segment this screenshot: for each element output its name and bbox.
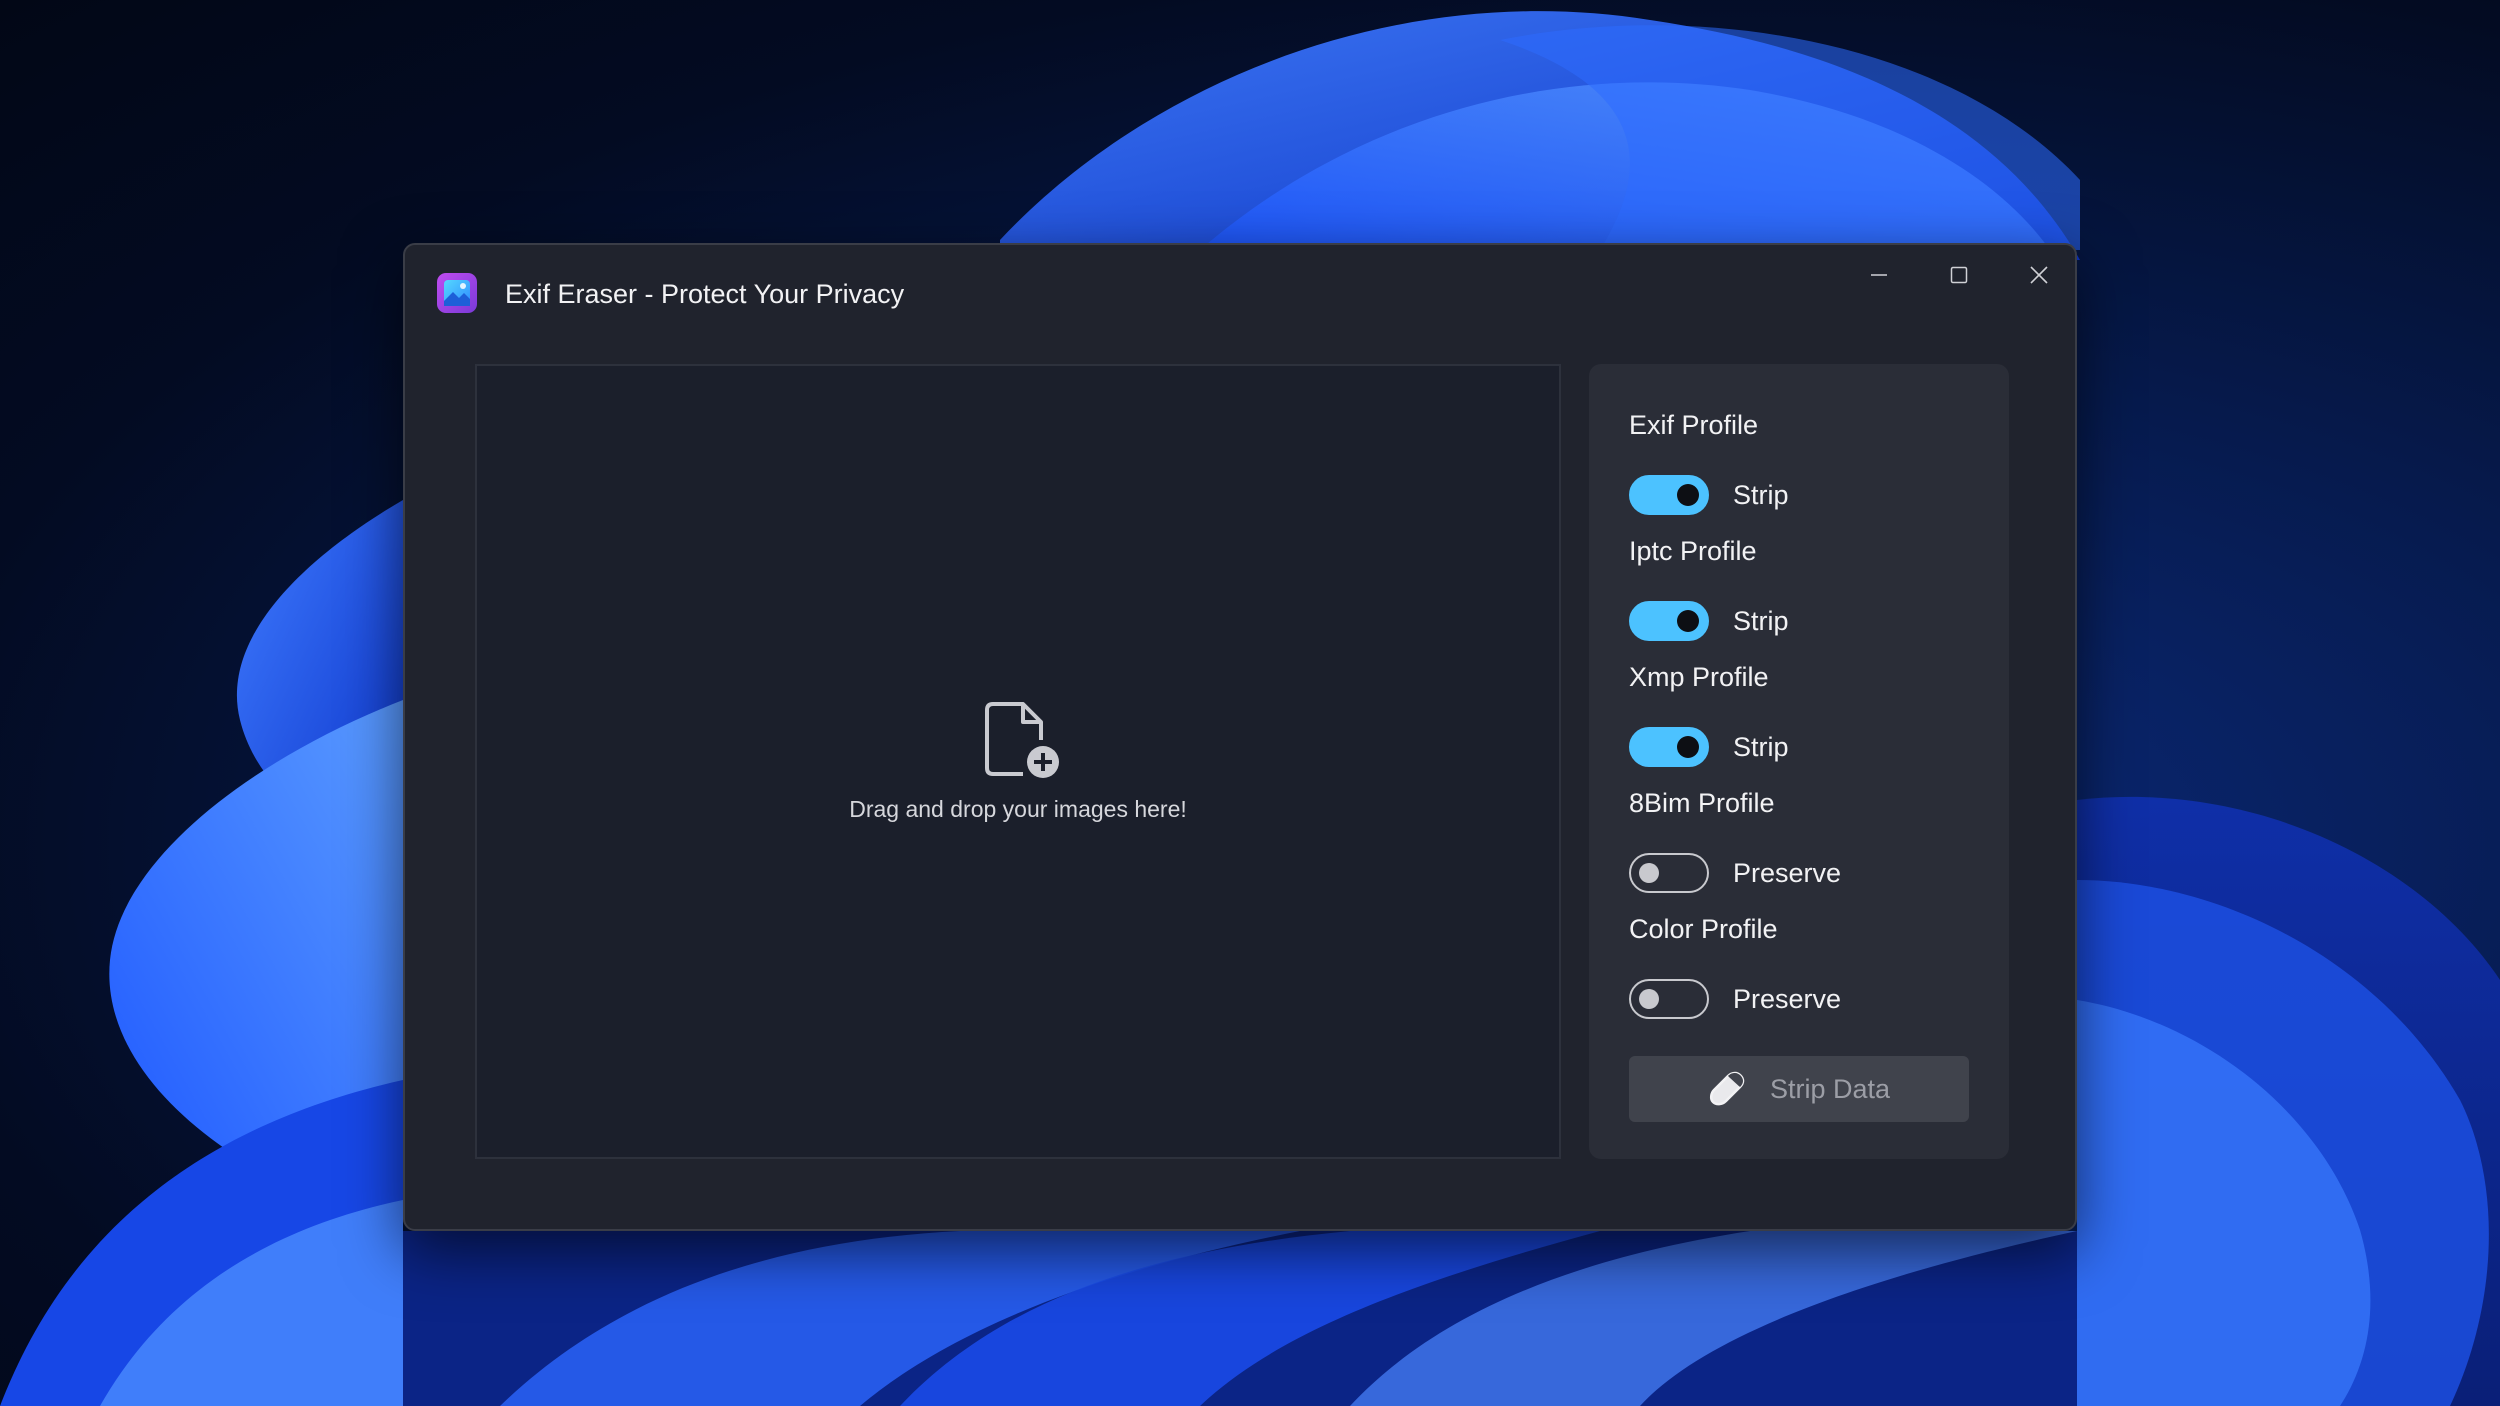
8bim-profile-heading: 8Bim Profile [1629,788,1775,818]
toggle-label: Strip [1733,479,1789,510]
toggle-switch[interactable] [1629,853,1709,893]
minimize-icon [1871,274,1887,276]
toggle-switch[interactable] [1629,475,1709,515]
close-icon [2030,266,2048,284]
color-profile-toggle[interactable]: Preserve [1629,978,1969,1020]
toggle-label: Preserve [1733,857,1842,888]
window-title: Exif Eraser - Protect Your Privacy [505,279,905,309]
desktop-background: Exif Eraser - Protect Your Privacy Drag … [0,0,2500,1406]
maximize-icon [1950,266,1968,284]
iptc-profile-toggle[interactable]: Strip [1629,600,1969,642]
title-bar[interactable]: Exif Eraser - Protect Your Privacy [405,245,2075,325]
close-button[interactable] [1999,245,2075,305]
toggle-switch[interactable] [1629,979,1709,1019]
xmp-profile-heading: Xmp Profile [1629,662,1769,692]
toggle-switch[interactable] [1629,601,1709,641]
drop-zone-text: Drag and drop your images here! [849,796,1187,822]
toggle-label: Preserve [1733,983,1842,1014]
options-panel: Exif Profile Strip Iptc Profile Strip Xm… [1589,364,2009,1159]
eraser-icon [1709,1071,1745,1106]
drop-zone[interactable]: Drag and drop your images here! [475,364,1561,1159]
toggle-switch[interactable] [1629,727,1709,767]
maximize-button[interactable] [1919,245,1999,305]
xmp-profile-toggle[interactable]: Strip [1629,726,1969,768]
add-file-icon [985,702,1059,778]
toggle-label: Strip [1733,605,1789,636]
strip-data-button[interactable]: Strip Data [1629,1056,1969,1122]
toggle-label: Strip [1733,731,1789,762]
app-icon [437,273,477,313]
color-profile-heading: Color Profile [1629,914,1778,944]
iptc-profile-heading: Iptc Profile [1629,536,1757,566]
minimize-button[interactable] [1839,245,1919,305]
exif-profile-heading: Exif Profile [1629,410,1759,440]
app-window: Exif Eraser - Protect Your Privacy Drag … [403,243,2077,1231]
8bim-profile-toggle[interactable]: Preserve [1629,852,1969,894]
exif-profile-toggle[interactable]: Strip [1629,474,1969,516]
strip-data-label: Strip Data [1769,1073,1891,1104]
